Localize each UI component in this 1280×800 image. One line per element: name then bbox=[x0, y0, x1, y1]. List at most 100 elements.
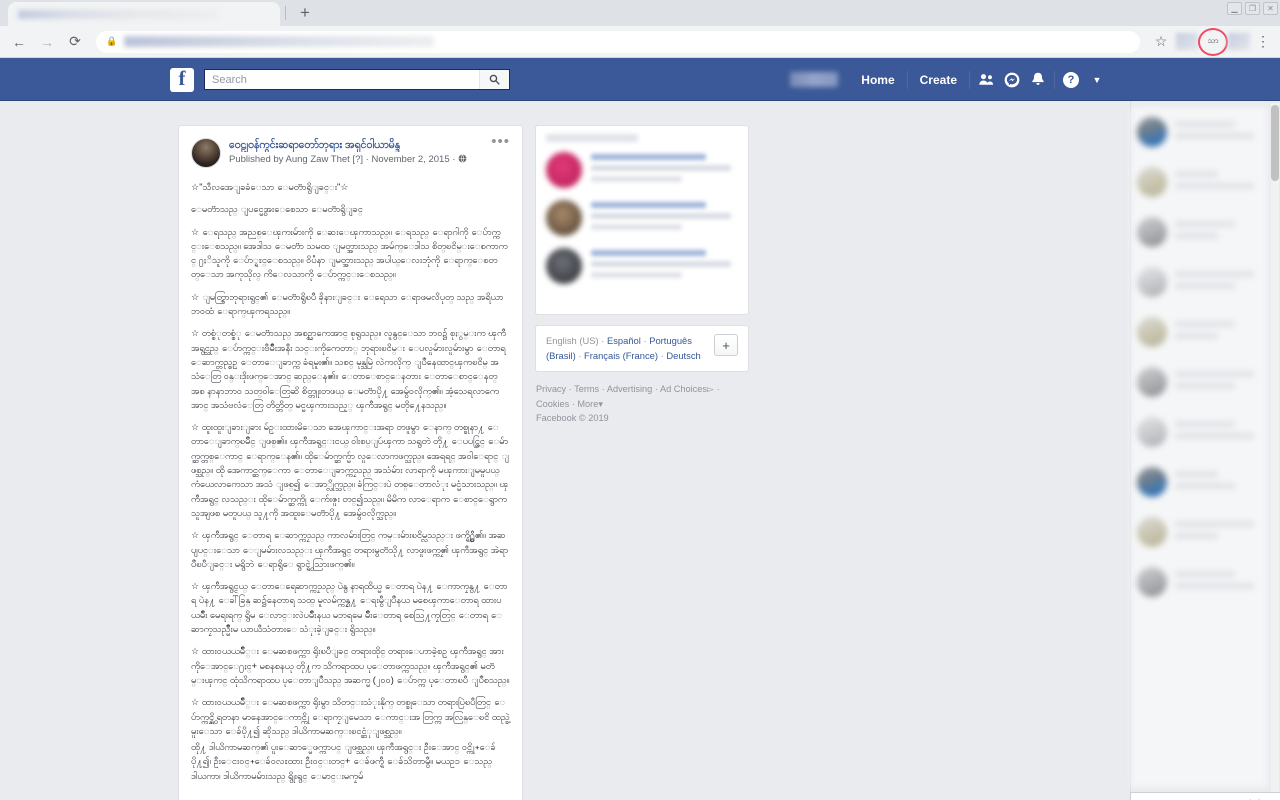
suggestion-avatar bbox=[546, 200, 582, 236]
footer-more-link[interactable]: More bbox=[577, 399, 598, 409]
more-caret-icon: ▾ bbox=[598, 398, 603, 409]
footer-terms-link[interactable]: Terms bbox=[574, 384, 599, 394]
chat-contacts-redacted[interactable] bbox=[1131, 107, 1267, 787]
post-paragraph: ☆ ေရသည္ အညစ္ေၾကးမ်ားကို ေဆးေၾကာသည္။ ေရသည… bbox=[191, 226, 508, 280]
post-column: ဝေဠုဝန်ကွင်းဆရာတော်ဘုရား အရှင်ဝါယာမိန္ဒ … bbox=[178, 125, 523, 800]
lang-sep: · bbox=[660, 349, 664, 361]
facebook-nav: Home Create ? ▼ bbox=[790, 69, 1110, 91]
tab-title-redacted bbox=[18, 9, 218, 19]
content-wrapper: ဝေဠုဝန်ကွင်းဆရာတော်ဘုရား အရှင်ဝါယာမိန္ဒ … bbox=[170, 101, 1110, 800]
help-glyph: ? bbox=[1063, 71, 1079, 88]
post-card: ဝေဠုဝန်ကွင်းဆရာတော်ဘုရား အရှင်ဝါယာမိန္ဒ … bbox=[178, 125, 523, 800]
facebook-search[interactable] bbox=[204, 69, 510, 90]
suggestion-avatar bbox=[546, 152, 582, 188]
footer-adchoices-link[interactable]: Ad Choices bbox=[660, 384, 707, 394]
globe-privacy-icon[interactable] bbox=[458, 154, 467, 165]
suggestion-item[interactable] bbox=[546, 248, 738, 284]
ad-choices-icon: ▻ bbox=[706, 384, 715, 394]
nav-home-link[interactable]: Home bbox=[852, 69, 903, 91]
browser-tab[interactable] bbox=[8, 2, 280, 26]
extension-glyph: သာ bbox=[1207, 36, 1219, 46]
footer-sep: · bbox=[716, 384, 720, 394]
language-selector: English (US) · Español · Português (Bras… bbox=[535, 325, 749, 372]
lang-sep: · bbox=[578, 349, 582, 361]
language-espanol[interactable]: Español bbox=[607, 335, 641, 346]
browser-tabstrip: + ▁ ❐ ✕ bbox=[0, 0, 1280, 26]
highlighted-extension-icon[interactable]: သာ bbox=[1198, 27, 1228, 56]
window-minimize-button[interactable]: ▁ bbox=[1227, 2, 1242, 15]
language-list: English (US) · Español · Português (Bras… bbox=[546, 334, 706, 363]
suggestion-avatar bbox=[546, 248, 582, 284]
post-paragraph: ေမတၱာသည္ ျပင္မွေအးေစေသာ ေမတၱာရွိျခင္ bbox=[191, 204, 363, 215]
post-paragraph: ☆ ၾကီအရွင္ငယ္ ေတာေရေဆာက္ကၠသည္ ပဲနွ နာရထိ… bbox=[191, 581, 508, 635]
lang-sep: · bbox=[601, 335, 605, 346]
lock-icon: 🔒 bbox=[106, 36, 118, 46]
address-bar[interactable]: 🔒 bbox=[96, 30, 1140, 53]
profile-name-redacted[interactable] bbox=[790, 72, 839, 87]
post-author-name[interactable]: ဝေဠုဝန်ကွင်းဆရာတော်ဘုရား အရှင်ဝါယာမိန္ဒ bbox=[229, 138, 510, 152]
footer-sep: · bbox=[601, 384, 605, 394]
nav-create-link[interactable]: Create bbox=[911, 69, 966, 91]
extension-icon-redacted-2[interactable] bbox=[1228, 33, 1250, 50]
sidebar-scrollbar-track[interactable] bbox=[1271, 103, 1279, 800]
translator-flag: [?] bbox=[352, 154, 363, 165]
extension-icon-redacted[interactable] bbox=[1176, 33, 1198, 50]
suggestion-item[interactable] bbox=[546, 152, 738, 188]
back-icon[interactable]: ← bbox=[6, 29, 32, 55]
post-paragraph: ☆ ၾကီအရွင္ ေတာရ ေဆာက္ကၠသည္ ကာလမ်ားတြင္ က… bbox=[191, 530, 509, 569]
messenger-icon[interactable] bbox=[999, 69, 1025, 91]
post-body: ☆"သီလအေျခခံေသာ ေမတၱာရွိျခင္း"☆ ေမတၱာသည္ … bbox=[191, 180, 510, 783]
footer-sep: · bbox=[568, 384, 572, 394]
published-prefix: Published by bbox=[229, 154, 284, 165]
page-body: ဝေဠုဝန်ကွင်းဆရာတော်ဘုရား အရှင်ဝါယာမိန္ဒ … bbox=[0, 101, 1280, 800]
post-paragraph: ☆ ျမတ္စြာဘုရားရွင္၏ ေမတၱာရွိၿပီ ခိုနားျခ… bbox=[191, 291, 504, 317]
post-paragraph: ☆ ထူးထူးျခားျခား မ်ဥ္းထားမိေသာ အေၾကာင္းအ… bbox=[191, 422, 509, 518]
facebook-header: f Home Create bbox=[0, 58, 1280, 101]
footer-sep: · bbox=[654, 384, 658, 394]
copyright-text: Facebook © 2019 bbox=[536, 413, 609, 423]
url-text-redacted bbox=[124, 36, 435, 47]
suggestion-title-redacted bbox=[546, 134, 638, 142]
language-deutsch[interactable]: Deutsch bbox=[666, 350, 700, 361]
post-paragraph: ☆ တစ္စံုတစ္စံု ေမတၱာသည္ အစဥ္လာကေအာင္ စုရ… bbox=[191, 328, 507, 410]
post-date[interactable]: November 2, 2015 bbox=[371, 154, 449, 165]
forward-icon[interactable]: → bbox=[34, 29, 60, 55]
language-english: English (US) bbox=[546, 335, 599, 346]
nav-separator-3 bbox=[1054, 70, 1055, 89]
sidebar-scrollbar-thumb[interactable] bbox=[1271, 105, 1279, 181]
help-icon[interactable]: ? bbox=[1058, 69, 1084, 91]
caret-glyph: ▼ bbox=[1092, 74, 1102, 85]
notifications-icon[interactable] bbox=[1025, 69, 1051, 91]
post-header: ဝေဠုဝန်ကွင်းဆရာတော်ဘုရား အရှင်ဝါယာမိန္ဒ … bbox=[191, 134, 510, 168]
footer-cookies-link[interactable]: Cookies bbox=[536, 399, 569, 409]
published-by-name[interactable]: Aung Zaw Thet bbox=[286, 154, 350, 165]
reload-icon[interactable]: ⟳ bbox=[62, 29, 88, 55]
new-tab-button[interactable]: + bbox=[292, 2, 318, 24]
footer-privacy-link[interactable]: Privacy bbox=[536, 384, 566, 394]
facebook-logo[interactable]: f bbox=[170, 67, 194, 92]
window-restore-button[interactable]: ❐ bbox=[1245, 2, 1260, 15]
chat-sidebar bbox=[1130, 101, 1280, 800]
post-paragraph: ☆ ထားဝယယမ်ိဳ္း ေမဆစဖက္ကာ ရိုးၿပီျခင္ တရာ… bbox=[191, 646, 510, 685]
post-meta: Published by Aung Zaw Thet [?] · Novembe… bbox=[229, 153, 510, 167]
toolbar-right-actions: ☆ သာ ⋮ bbox=[1148, 27, 1274, 56]
window-close-button[interactable]: ✕ bbox=[1263, 2, 1278, 15]
nav-separator-2 bbox=[969, 70, 970, 89]
search-input[interactable] bbox=[205, 70, 479, 89]
footer-sep: · bbox=[571, 398, 575, 409]
bookmark-star-icon[interactable]: ☆ bbox=[1148, 29, 1174, 55]
language-francais[interactable]: Français (France) bbox=[584, 350, 658, 361]
footer-advertising-link[interactable]: Advertising bbox=[607, 384, 652, 394]
tab-divider bbox=[285, 6, 286, 20]
add-language-button[interactable]: + bbox=[714, 334, 738, 356]
suggestion-card bbox=[535, 125, 749, 315]
footer-links: Privacy · Terms · Advertising · Ad Choic… bbox=[535, 382, 749, 426]
search-icon[interactable] bbox=[479, 70, 509, 89]
suggestion-item[interactable] bbox=[546, 200, 738, 236]
avatar[interactable] bbox=[191, 138, 221, 168]
post-options-icon[interactable]: ••• bbox=[491, 134, 510, 149]
account-caret-icon[interactable]: ▼ bbox=[1084, 69, 1110, 91]
friend-requests-icon[interactable] bbox=[973, 69, 999, 91]
browser-menu-icon[interactable]: ⋮ bbox=[1252, 33, 1274, 50]
lang-sep: · bbox=[643, 335, 647, 346]
